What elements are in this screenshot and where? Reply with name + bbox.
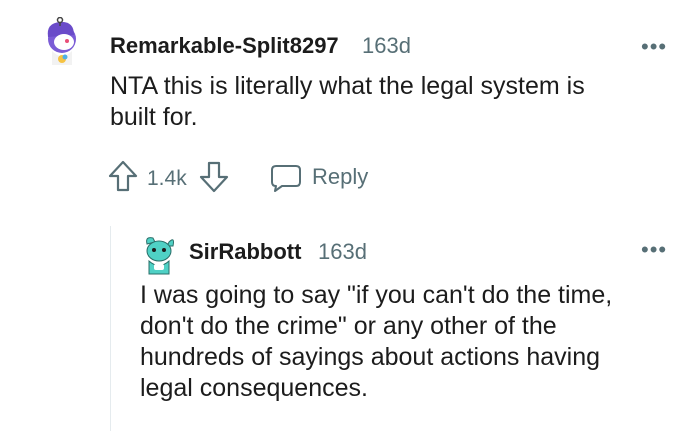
reply-body: I was going to say "if you can't do the …	[140, 280, 680, 404]
reply-body-line: legal consequences.	[140, 374, 368, 402]
comment-bubble-icon	[271, 165, 301, 192]
reply-label: Reply	[312, 164, 369, 189]
reply-body-line: I was going to say "if you can't do the …	[140, 281, 613, 309]
comment-body: NTA this is literally what the legal sys…	[110, 71, 670, 133]
reply-body-line: don't do the crime" or any other of the	[140, 312, 557, 340]
comment-body-line: built for.	[110, 103, 198, 131]
user-avatar[interactable]	[38, 16, 86, 65]
upvote-button[interactable]	[108, 160, 138, 197]
upvote-arrow-icon	[108, 160, 138, 192]
comment-more-options-button[interactable]: •••	[641, 36, 667, 58]
reply-body-line: hundreds of sayings about actions having	[140, 343, 601, 371]
reply-user-avatar[interactable]	[139, 234, 179, 275]
reply-username[interactable]: SirRabbott	[189, 239, 301, 265]
comment-timestamp[interactable]: 163d	[362, 33, 411, 59]
avatar-icon	[47, 16, 76, 65]
reply-timestamp[interactable]: 163d	[318, 239, 367, 265]
comment-body-line: NTA this is literally what the legal sys…	[110, 72, 585, 100]
comment-username[interactable]: Remarkable-Split8297	[110, 33, 339, 59]
reply-button[interactable]: Reply	[270, 161, 370, 193]
downvote-arrow-icon	[199, 161, 229, 193]
downvote-button[interactable]	[199, 161, 229, 198]
reply-more-options-button[interactable]: •••	[641, 239, 667, 261]
avatar-icon	[146, 237, 174, 275]
thread-line[interactable]	[110, 226, 111, 431]
vote-count: 1.4k	[147, 167, 187, 190]
